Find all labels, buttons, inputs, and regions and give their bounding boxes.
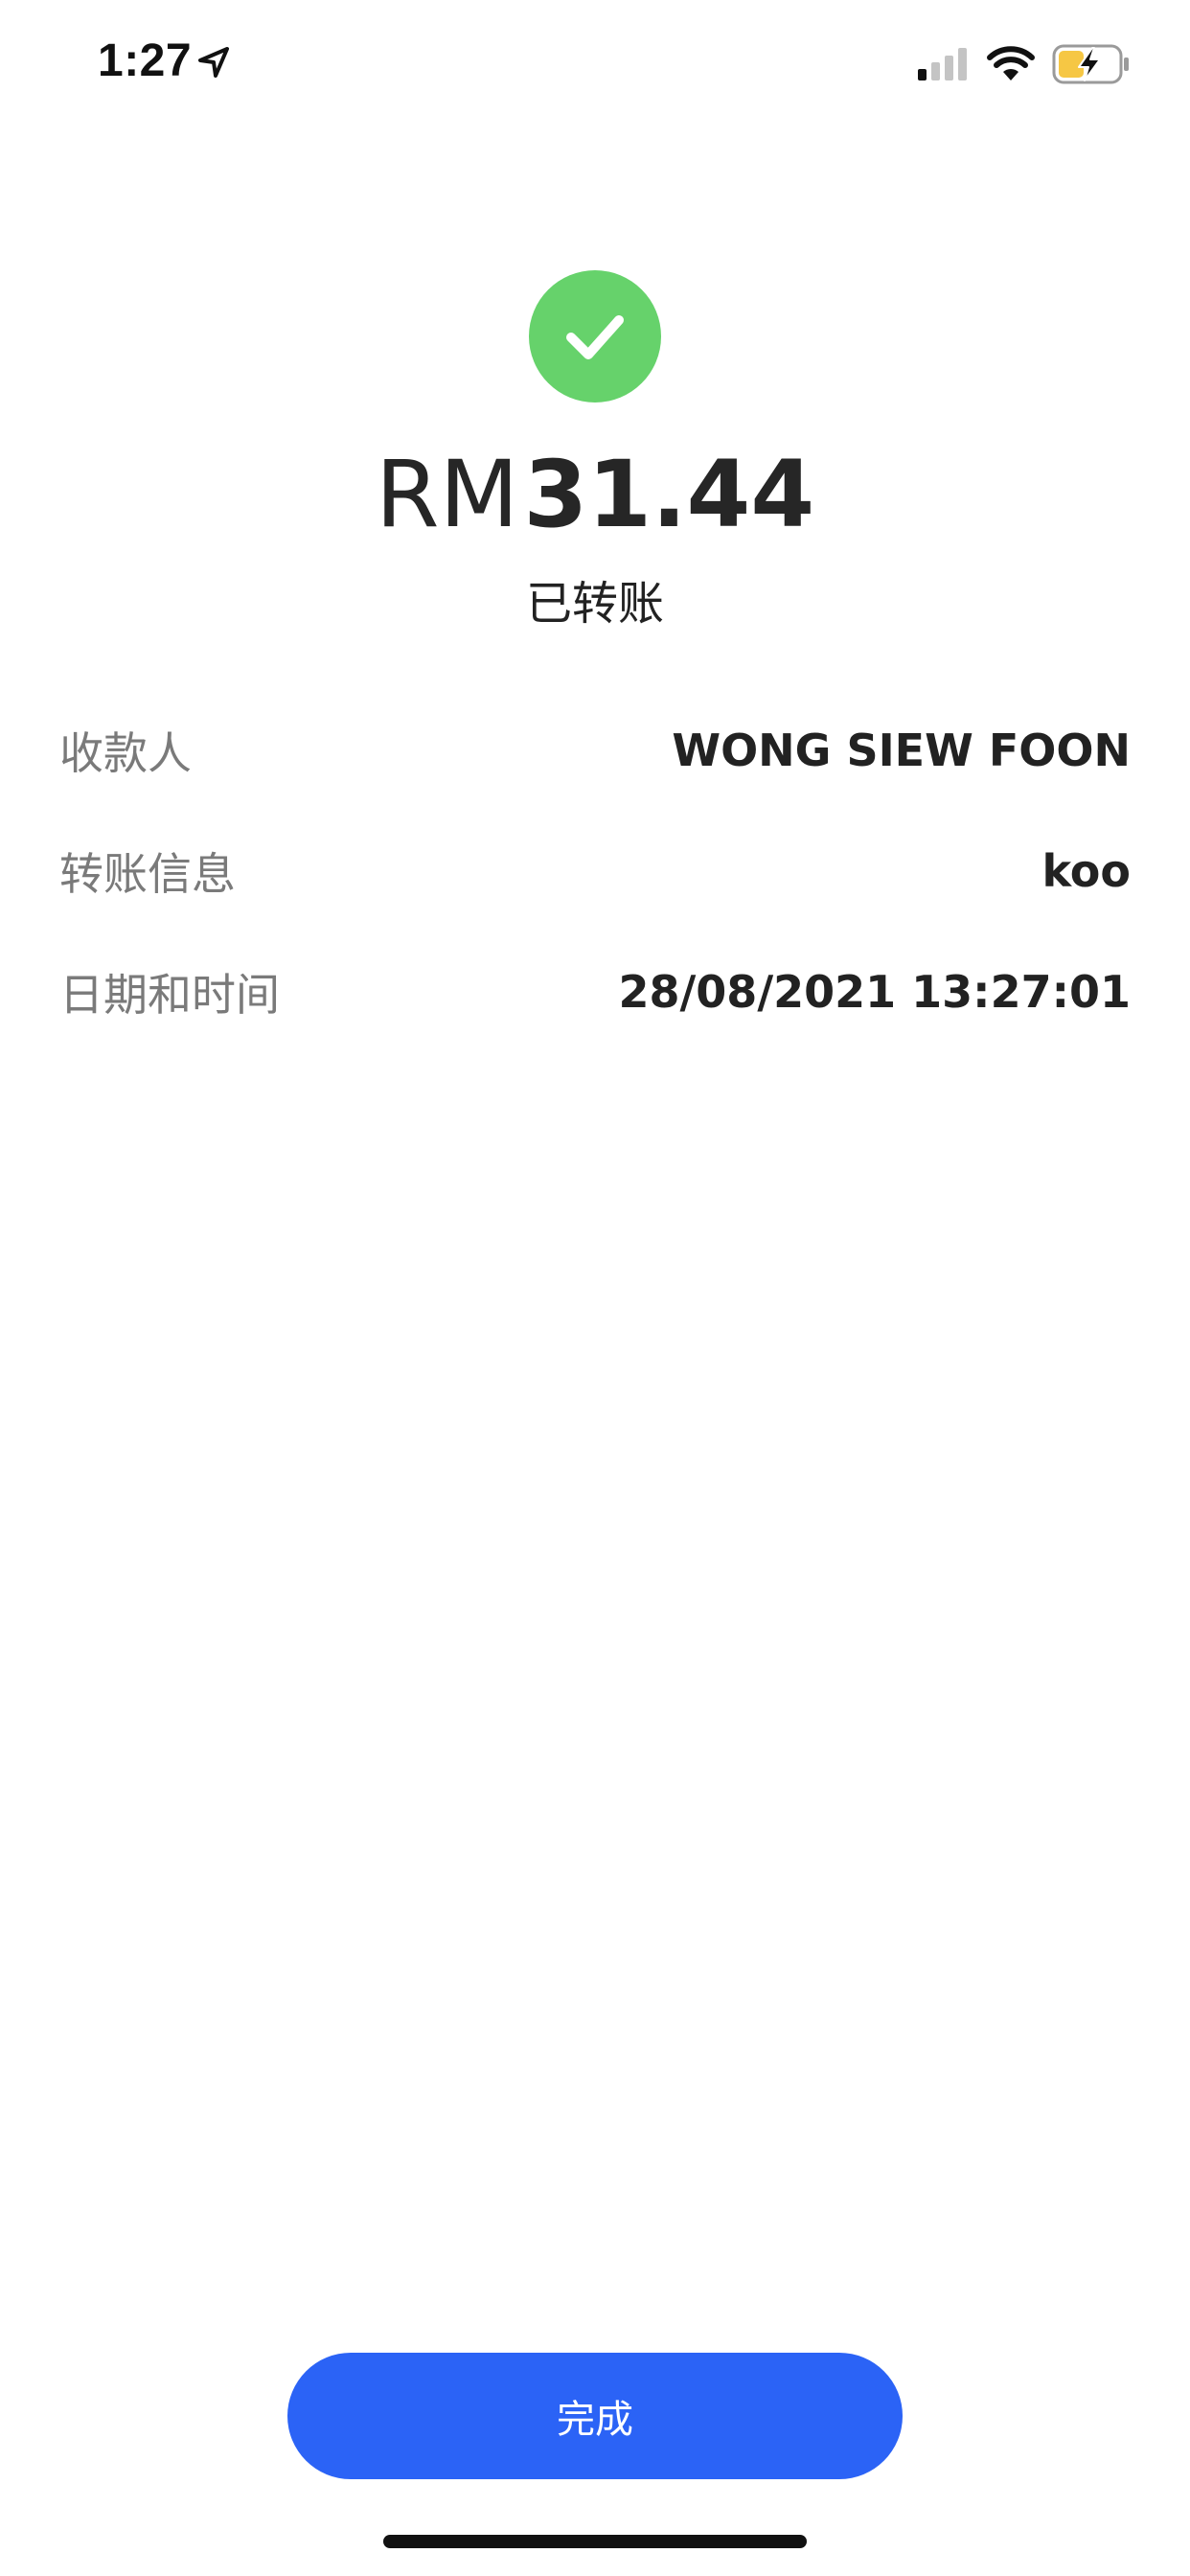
datetime-value: 28/08/2021 13:27:01 <box>618 966 1131 1018</box>
recipient-label: 收款人 <box>59 727 192 779</box>
success-check-icon <box>529 270 661 402</box>
amount-currency: RM <box>375 441 519 548</box>
transfer-status: 已转账 <box>525 577 664 631</box>
wifi-icon <box>987 46 1035 82</box>
cellular-signal-icon <box>918 48 970 80</box>
status-time: 1:27 <box>98 35 193 86</box>
detail-row-recipient: 收款人 WONG SIEW FOON <box>59 690 1131 811</box>
detail-row-datetime: 日期和时间 28/08/2021 13:27:01 <box>59 932 1131 1052</box>
amount: RM 31.44 <box>0 447 1190 569</box>
message-label: 转账信息 <box>59 848 236 900</box>
status-bar: 1:27 <box>0 0 1190 126</box>
detail-row-message: 转账信息 koo <box>59 811 1131 932</box>
transfer-details: 收款人 WONG SIEW FOON 转账信息 koo 日期和时间 28/08/… <box>59 690 1131 1052</box>
location-arrow-icon <box>197 46 230 79</box>
home-indicator[interactable] <box>383 2535 807 2548</box>
message-value: koo <box>1041 845 1131 897</box>
amount-value: 31.44 <box>523 441 815 548</box>
done-button[interactable]: 完成 <box>287 2353 903 2479</box>
datetime-label: 日期和时间 <box>59 969 280 1021</box>
battery-charging-icon <box>1052 44 1131 84</box>
recipient-value: WONG SIEW FOON <box>672 724 1131 776</box>
